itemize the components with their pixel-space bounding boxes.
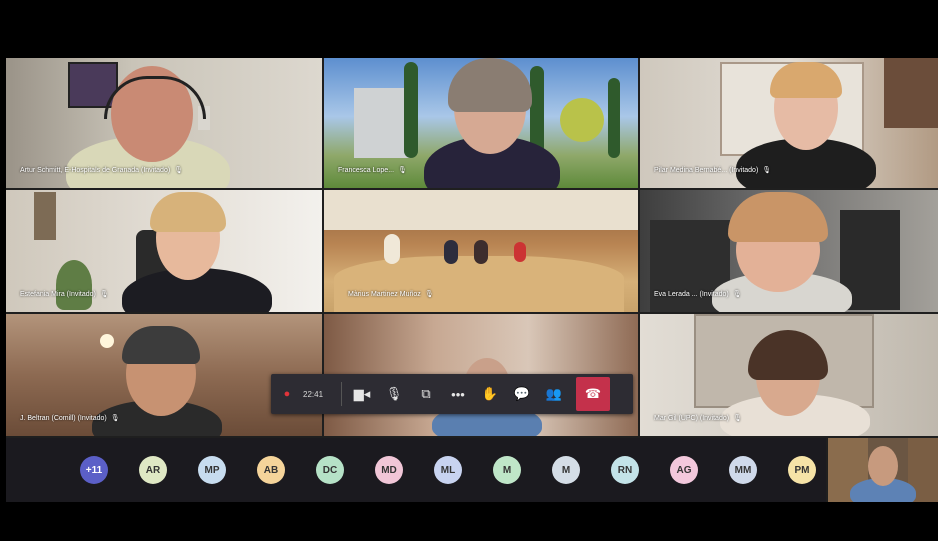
mic-muted-icon: 🎙 xyxy=(110,415,120,422)
participant-avatar[interactable]: M xyxy=(493,456,521,484)
meeting-attendee xyxy=(474,240,488,264)
raise-hand-button[interactable]: ✋ xyxy=(474,374,506,414)
participant-name: Mar Gil (UPC) (Invitado) 🎙 xyxy=(654,415,742,422)
participant-hair xyxy=(150,192,226,232)
camera-button[interactable]: ▆◂ xyxy=(346,374,378,414)
more-icon: ••• xyxy=(451,386,465,402)
participant-hair xyxy=(448,58,532,112)
video-tile[interactable]: Mar Gil (UPC) (Invitado) 🎙 xyxy=(640,314,938,436)
share-screen-icon: ⧉ xyxy=(421,386,431,401)
participant-avatar[interactable]: PM xyxy=(788,456,816,484)
video-tile[interactable]: Francesca Lope... 🎙 xyxy=(324,58,638,188)
participants-button[interactable]: 👥 xyxy=(538,374,570,414)
wall-picture xyxy=(34,192,56,240)
toolbar-divider xyxy=(341,382,342,406)
microphone-button[interactable]: 🎙 xyxy=(378,374,410,414)
cypress-tree xyxy=(608,78,620,158)
self-view[interactable] xyxy=(828,438,938,502)
participant-name: Francesca Lope... 🎙 xyxy=(338,167,407,174)
participant-name: Eva Lerada ... (Invitado) 🎙 xyxy=(654,291,742,298)
participant-strip: +11 AR MP AB DC MD ML M M RN AG MM PM xyxy=(6,438,826,502)
participant-name: Estefania Mira (Invitado) 🎙 xyxy=(20,291,109,298)
video-tile[interactable]: Eva Lerada ... (Invitado) 🎙 xyxy=(640,190,938,312)
participant-avatar[interactable]: AG xyxy=(670,456,698,484)
chat-icon: 💬 xyxy=(513,386,531,401)
camera-icon: ▆◂ xyxy=(353,386,371,401)
wall-painting xyxy=(884,58,938,128)
hand-icon: ✋ xyxy=(481,386,499,401)
hang-up-button[interactable]: ☎ xyxy=(576,377,610,411)
participant-name: J. Beltran (Comill) (Invitado) 🎙 xyxy=(20,415,120,422)
tree xyxy=(560,98,604,142)
call-toolbar: ● 22:41 ▆◂ 🎙 ⧉ ••• ✋ 💬 👥 ☎ xyxy=(271,374,633,414)
ceiling-light xyxy=(100,334,114,348)
cypress-tree xyxy=(404,62,418,158)
share-screen-button[interactable]: ⧉ xyxy=(410,374,442,414)
plant xyxy=(56,260,92,310)
mic-muted-icon: 🎙 xyxy=(424,291,434,298)
participant-name: Pilar Medina Bernabé... (Invitado) 🎙 xyxy=(654,167,772,174)
participant-name: Artur Schmitt, E-Hospitals de Granada (I… xyxy=(20,167,184,174)
phone-hangup-icon: ☎ xyxy=(584,386,602,401)
meeting-stage: Artur Schmitt, E-Hospitals de Granada (I… xyxy=(6,58,938,502)
participant-hair xyxy=(122,326,200,364)
mic-muted-icon: 🎙 xyxy=(732,291,742,298)
participants-icon: 👥 xyxy=(545,386,563,401)
participant-avatar[interactable]: M xyxy=(552,456,580,484)
mic-muted-icon: 🎙 xyxy=(762,167,772,174)
participant-avatar[interactable]: AB xyxy=(257,456,285,484)
more-actions-button[interactable]: ••• xyxy=(442,374,474,414)
participant-avatar[interactable]: DC xyxy=(316,456,344,484)
participant-avatar[interactable]: MP xyxy=(198,456,226,484)
participant-name: Màrius Martinez Muñoz 🎙 xyxy=(348,291,434,298)
chat-button[interactable]: 💬 xyxy=(506,374,538,414)
mic-muted-icon: 🎙 xyxy=(733,415,742,422)
mic-muted-icon: 🎙 xyxy=(398,167,407,174)
participant-avatar[interactable]: AR xyxy=(139,456,167,484)
participant-hair xyxy=(728,192,828,242)
meeting-attendee xyxy=(444,240,458,264)
meeting-attendee xyxy=(514,242,526,262)
meeting-attendee xyxy=(384,234,400,264)
ceiling xyxy=(324,190,638,230)
video-tile[interactable]: Estefania Mira (Invitado) 🎙 xyxy=(6,190,322,312)
video-tile[interactable]: Pilar Medina Bernabé... (Invitado) 🎙 xyxy=(640,58,938,188)
participant-avatar[interactable]: +11 xyxy=(80,456,108,484)
participant-avatar[interactable]: RN xyxy=(611,456,639,484)
microphone-icon: 🎙 xyxy=(385,386,403,401)
call-timer: 22:41 xyxy=(303,389,324,399)
recording-icon: ● xyxy=(283,388,291,400)
participant-head xyxy=(868,446,898,486)
video-tile[interactable]: Màrius Martinez Muñoz 🎙 xyxy=(324,190,638,312)
headset-icon xyxy=(104,76,206,119)
participant-avatar[interactable]: MD xyxy=(375,456,403,484)
conference-table xyxy=(334,256,624,312)
participant-avatar[interactable]: MM xyxy=(729,456,757,484)
participant-avatar[interactable]: ML xyxy=(434,456,462,484)
mic-muted-icon: 🎙 xyxy=(174,167,184,174)
mic-muted-icon: 🎙 xyxy=(99,291,109,298)
video-tile[interactable]: Artur Schmitt, E-Hospitals de Granada (I… xyxy=(6,58,322,188)
